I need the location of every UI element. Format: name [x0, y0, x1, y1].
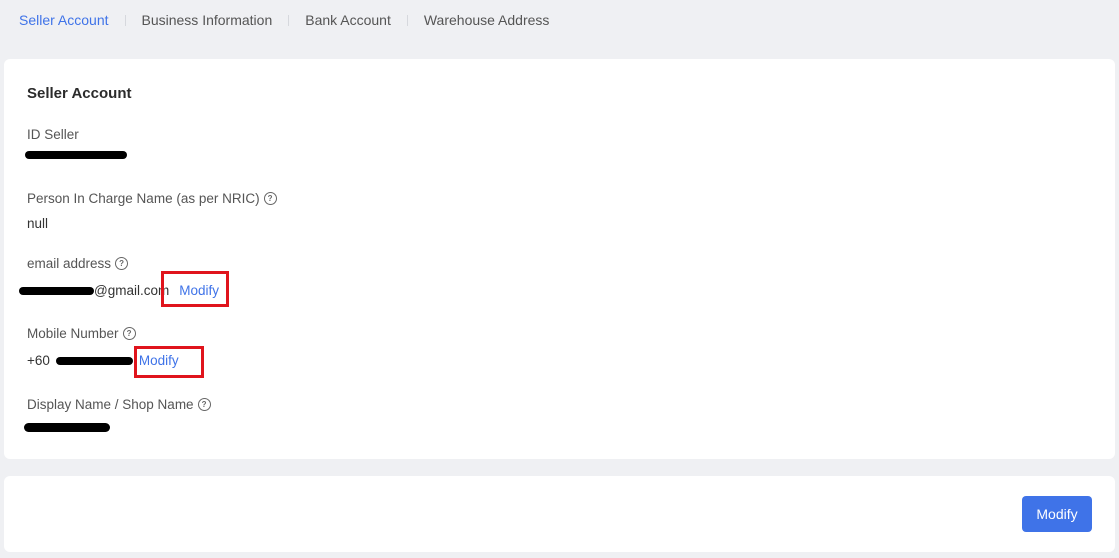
question-circle-icon[interactable]: ? — [122, 327, 136, 340]
modify-button[interactable]: Modify — [1022, 496, 1092, 532]
redaction-mark — [24, 423, 110, 432]
question-circle-icon[interactable]: ? — [115, 257, 129, 270]
tab-bank-account[interactable]: Bank Account — [289, 12, 407, 28]
id-seller-value — [25, 151, 127, 159]
tab-seller-account[interactable]: Seller Account — [0, 12, 125, 28]
pic-name-value: null — [27, 216, 49, 231]
pic-name-label: Person In Charge Name (as per NRIC) ? — [27, 191, 277, 206]
highlight-box — [161, 271, 229, 307]
display-name-value — [24, 423, 110, 432]
redaction-mark — [25, 151, 127, 159]
id-seller-label: ID Seller — [27, 127, 79, 142]
mobile-label: Mobile Number ? — [27, 326, 136, 341]
footer-card: Modify — [4, 476, 1115, 552]
question-circle-icon[interactable]: ? — [263, 192, 277, 205]
display-name-label: Display Name / Shop Name ? — [27, 397, 211, 412]
section-title: Seller Account — [27, 85, 132, 102]
highlight-box — [134, 346, 204, 378]
tab-business-information[interactable]: Business Information — [126, 12, 289, 28]
question-circle-icon[interactable]: ? — [197, 398, 211, 411]
email-label: email address ? — [27, 256, 129, 271]
redaction-mark — [55, 356, 133, 365]
redaction-mark — [19, 286, 94, 295]
seller-account-card: Seller Account ID Seller Person In Charg… — [4, 59, 1115, 459]
account-tabs: Seller Account Business Information Bank… — [0, 0, 565, 40]
tab-warehouse-address[interactable]: Warehouse Address — [408, 12, 566, 28]
